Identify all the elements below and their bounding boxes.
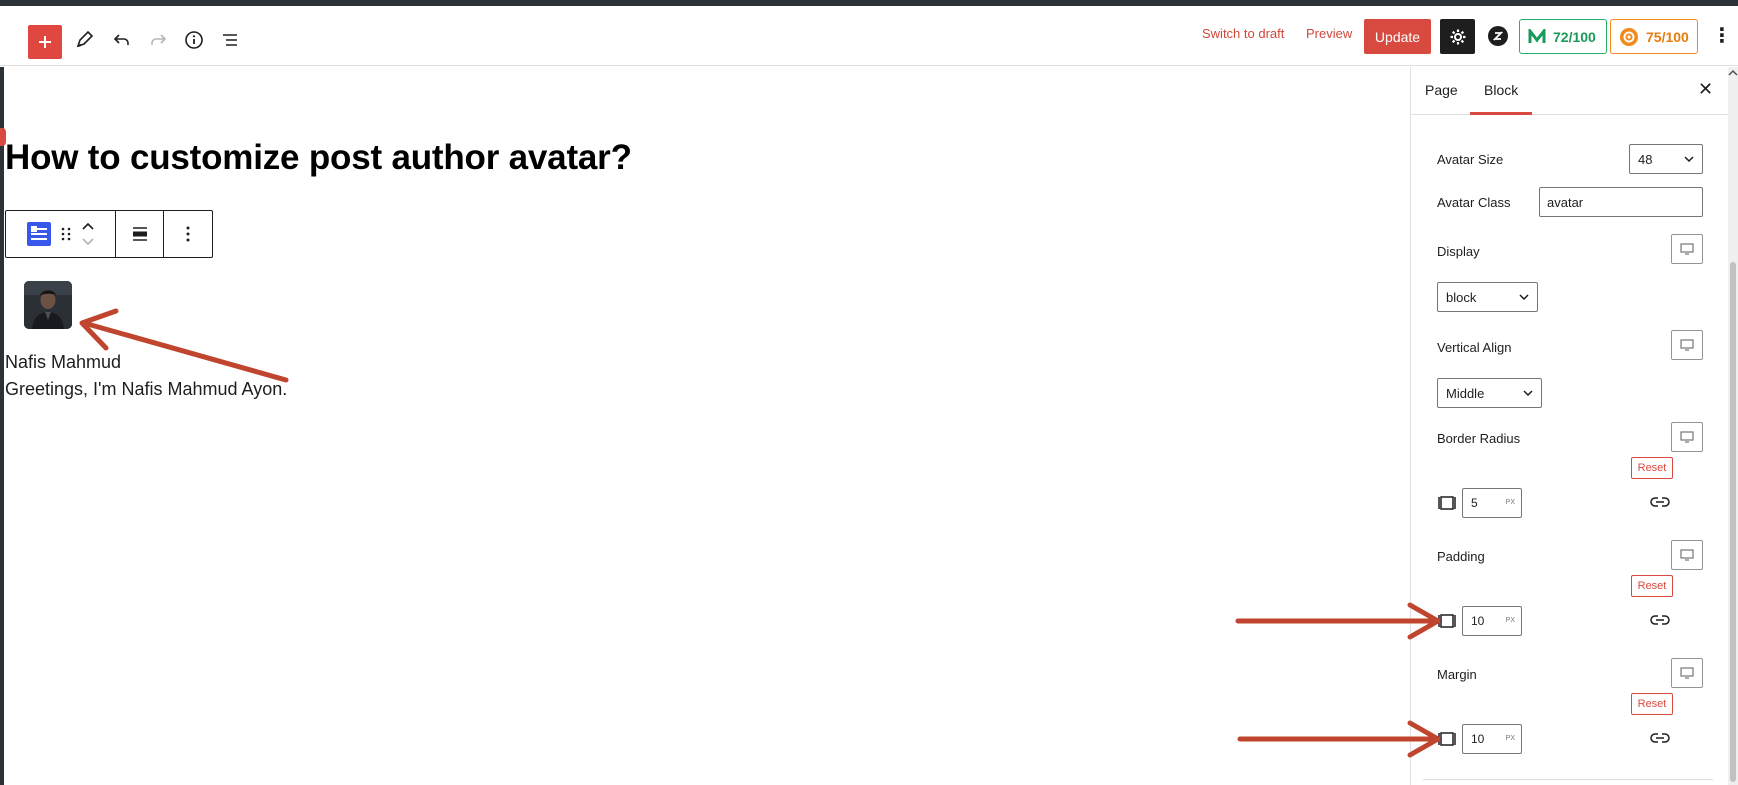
padding-label: Padding [1437, 549, 1485, 564]
arrow-to-padding [1235, 602, 1441, 640]
chevron-down-icon [1519, 294, 1529, 300]
block-options-button[interactable] [164, 211, 212, 257]
vertical-align-label: Vertical Align [1437, 340, 1512, 355]
border-radius-value: 5 [1471, 496, 1478, 510]
author-block-icon[interactable] [26, 221, 52, 247]
tab-block[interactable]: Block [1484, 82, 1518, 98]
chevron-down-icon [1523, 390, 1533, 396]
seo-score-value: 72/100 [1553, 28, 1596, 45]
tab-page[interactable]: Page [1425, 82, 1458, 98]
update-button[interactable]: Update [1364, 19, 1431, 54]
padding-value: 10 [1471, 614, 1485, 628]
more-vertical-icon [186, 226, 190, 242]
author-name: Nafis Mahmud [5, 352, 122, 372]
seo-score-icon [1528, 28, 1546, 43]
block-switcher-group [6, 211, 116, 257]
readability-score-icon [1620, 27, 1638, 46]
border-radius-label: Border Radius [1437, 431, 1521, 446]
block-toolbar [5, 210, 213, 258]
avatar-size-select[interactable]: 48 [1629, 144, 1703, 174]
undo-icon [113, 34, 129, 45]
author-avatar[interactable] [24, 281, 72, 329]
link-sides-icon[interactable] [1649, 494, 1671, 510]
avatar-class-input[interactable]: avatar [1539, 187, 1703, 217]
all-sides-icon[interactable] [1438, 612, 1456, 630]
desktop-icon [1680, 243, 1694, 255]
margin-label: Margin [1437, 667, 1477, 682]
chevron-down-icon [1684, 156, 1694, 162]
redo-button[interactable] [142, 24, 174, 56]
all-sides-icon[interactable] [1438, 730, 1456, 748]
info-icon [185, 31, 203, 49]
preview-button[interactable]: Preview [1306, 26, 1352, 41]
display-value: block [1446, 289, 1477, 305]
display-select[interactable]: block [1437, 282, 1538, 312]
move-up-down-icon[interactable] [80, 219, 96, 249]
sidebar-divider [1423, 779, 1713, 780]
readability-score-value: 75/100 [1646, 28, 1689, 45]
desktop-icon [1680, 549, 1694, 561]
sidebar-tabs: Page Block ✕ [1411, 67, 1729, 115]
margin-reset-button[interactable]: Reset [1631, 693, 1673, 715]
tools-button[interactable] [68, 24, 100, 56]
padding-device-toggle[interactable] [1671, 540, 1703, 570]
scrollbar-thumb[interactable] [1730, 262, 1736, 782]
undo-button[interactable] [106, 24, 138, 56]
add-block-button[interactable] [28, 25, 62, 59]
author-bio: Greetings, I'm Nafis Mahmud Ayon. [5, 379, 288, 399]
switch-to-draft-button[interactable]: Switch to draft [1202, 26, 1284, 41]
margin-device-toggle[interactable] [1671, 658, 1703, 688]
border-radius-reset-button[interactable]: Reset [1631, 457, 1673, 479]
details-button[interactable] [178, 24, 210, 56]
avatar-size-value: 48 [1638, 151, 1653, 167]
scroll-up-arrow-icon[interactable] [1728, 69, 1738, 77]
padding-unit: PX [1505, 617, 1515, 624]
seo-score-button[interactable]: 72/100 [1519, 19, 1607, 54]
list-view-icon [223, 34, 237, 46]
readability-score-button[interactable]: 75/100 [1610, 19, 1698, 54]
vertical-align-value: Middle [1446, 385, 1485, 401]
desktop-icon [1680, 339, 1694, 351]
margin-value: 10 [1471, 732, 1485, 746]
avatar-size-label: Avatar Size [1437, 152, 1504, 167]
drag-handle-icon[interactable] [60, 226, 72, 242]
close-icon[interactable]: ✕ [1698, 79, 1713, 100]
border-radius-input[interactable]: 5 PX [1462, 488, 1522, 518]
align-center-icon [132, 227, 147, 241]
link-sides-icon[interactable] [1649, 730, 1671, 746]
display-device-toggle[interactable] [1671, 234, 1703, 264]
margin-input[interactable]: 10 PX [1462, 724, 1522, 754]
settings-button[interactable] [1440, 19, 1475, 54]
list-view-button[interactable] [214, 24, 246, 56]
pencil-icon [76, 30, 94, 48]
desktop-icon [1680, 431, 1694, 443]
seo-plugin-button[interactable] [1484, 22, 1512, 50]
sidebar-scrollbar[interactable] [1728, 67, 1738, 785]
padding-reset-button[interactable]: Reset [1631, 575, 1673, 597]
redo-icon [151, 34, 167, 45]
seo-plugin-icon [1488, 26, 1508, 46]
vertical-align-device-toggle[interactable] [1671, 330, 1703, 360]
post-title[interactable]: How to customize post author avatar? [5, 138, 632, 178]
plus-icon [39, 36, 51, 48]
options-menu-icon[interactable]: ⋮ [1712, 26, 1732, 46]
arrow-to-margin [1237, 720, 1441, 758]
avatar-class-label: Avatar Class [1437, 195, 1511, 210]
border-radius-unit: PX [1505, 499, 1515, 506]
display-label: Display [1437, 244, 1480, 259]
margin-unit: PX [1505, 735, 1515, 742]
avatar-photo [24, 281, 72, 329]
vertical-align-select[interactable]: Middle [1437, 378, 1542, 408]
gear-icon [1450, 29, 1465, 44]
link-sides-icon[interactable] [1649, 612, 1671, 628]
settings-sidebar: Page Block ✕ Avatar Size 48 Avatar Class… [1410, 67, 1729, 785]
editor-toolbar: Switch to draft Preview Update 72/100 75… [0, 6, 1738, 66]
active-tab-indicator [1470, 112, 1532, 115]
desktop-icon [1680, 667, 1694, 679]
border-radius-device-toggle[interactable] [1671, 422, 1703, 452]
padding-input[interactable]: 10 PX [1462, 606, 1522, 636]
all-sides-icon[interactable] [1438, 494, 1456, 512]
align-button[interactable] [116, 211, 164, 257]
